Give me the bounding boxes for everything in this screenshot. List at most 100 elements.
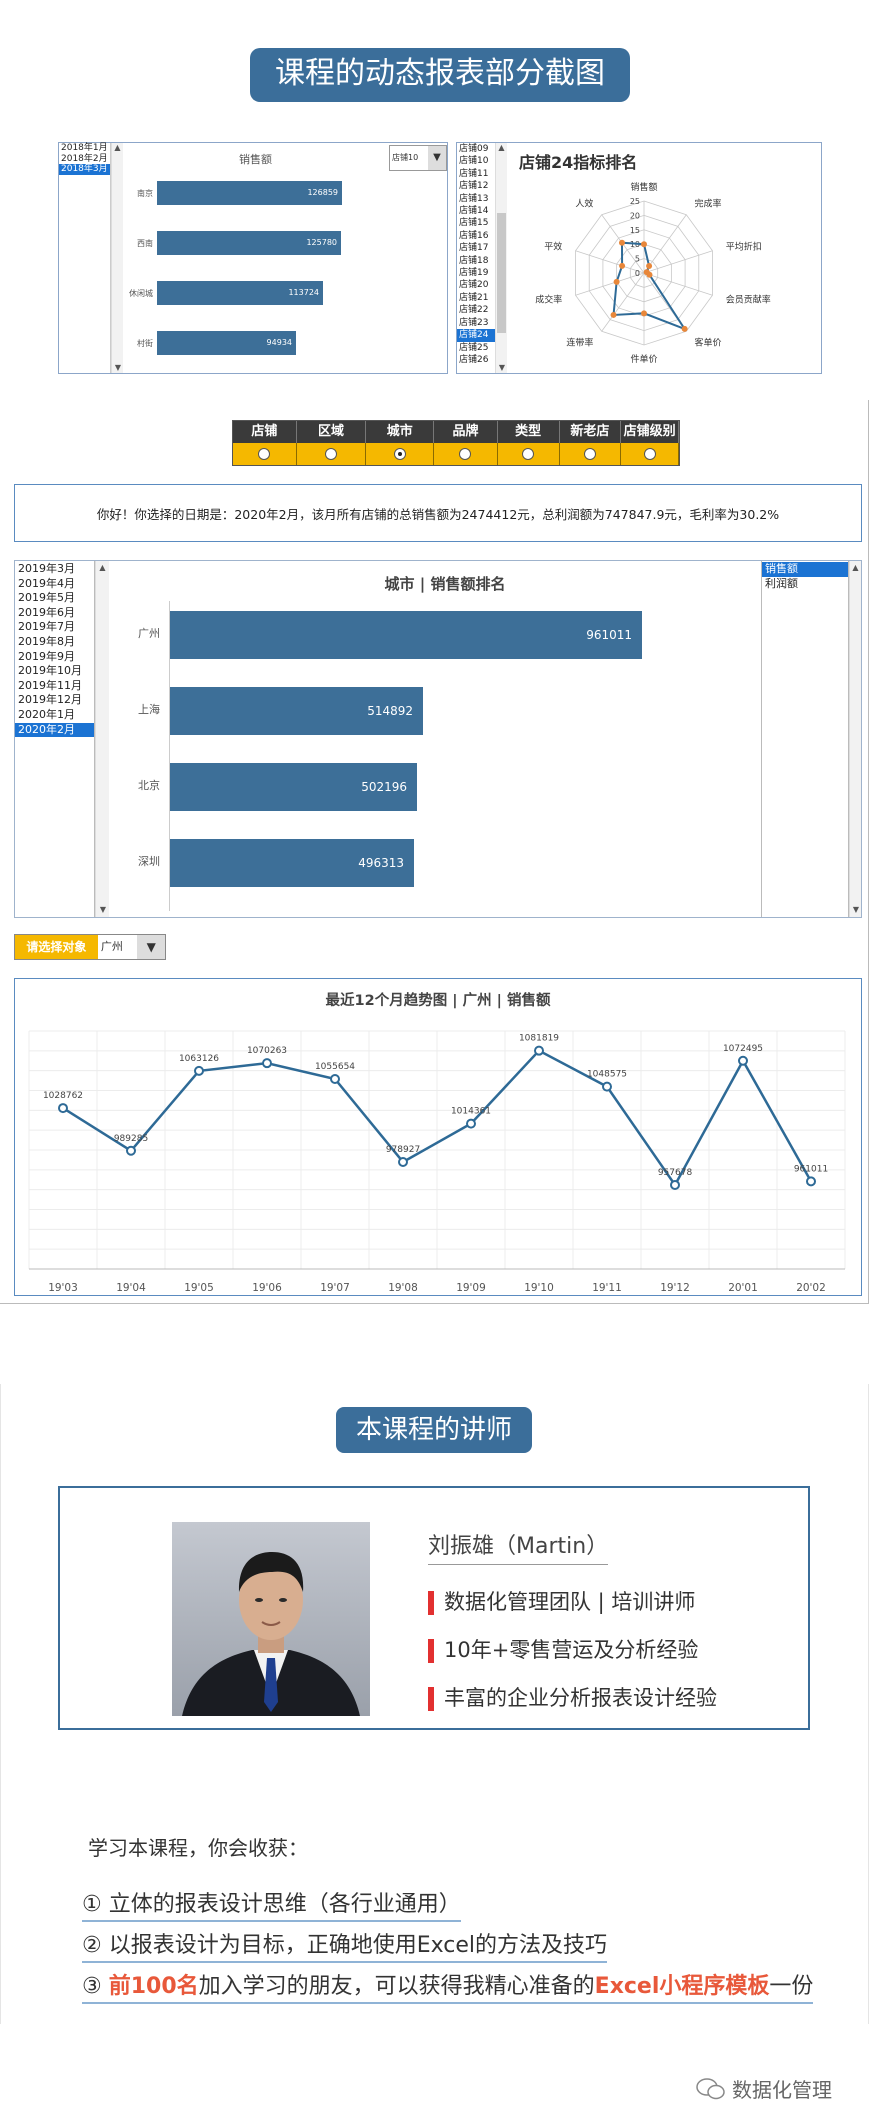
chevron-down-icon[interactable]: ▼ xyxy=(137,935,165,959)
filter-option[interactable] xyxy=(366,443,435,465)
metric-item[interactable]: 销售额 xyxy=(762,562,848,577)
store-item[interactable]: 店铺23 xyxy=(457,317,495,329)
date-item[interactable]: 2018年1月 xyxy=(59,143,110,154)
store-item[interactable]: 店铺18 xyxy=(457,255,495,267)
metric-item[interactable]: 利润额 xyxy=(762,577,848,592)
filter-header: 品牌 xyxy=(434,421,498,443)
scroll-thumb[interactable] xyxy=(497,213,506,333)
mini-date-listbox[interactable]: 2018年1月 2018年2月 2018年3月 xyxy=(59,143,111,373)
radio-button[interactable] xyxy=(643,448,656,460)
store-listbox[interactable]: 店铺09 店铺10 店铺11 店铺12 店铺13 店铺14 店铺15 店铺16 店铺17 店铺18… xyxy=(457,143,495,373)
date-item[interactable]: 2019年5月 xyxy=(15,591,94,606)
store-item[interactable]: 店铺22 xyxy=(457,304,495,316)
main-chart-title: 城市 | 销售额排名 xyxy=(384,575,506,593)
store-item[interactable]: 店铺26 xyxy=(457,354,495,366)
teacher-card: 刘振雄（Martin） 数据化管理团队 | 培训讲师 10年+零售营运及分析经验… xyxy=(58,1486,810,1730)
date-item[interactable]: 2018年2月 xyxy=(59,154,110,165)
scroll-up-icon[interactable]: ▲ xyxy=(496,143,507,153)
date-item[interactable]: 2018年3月 xyxy=(59,164,110,175)
scroll-down-icon[interactable]: ▼ xyxy=(496,363,508,373)
radar-axis-label: 人效 xyxy=(575,197,593,209)
scroll-down-icon[interactable]: ▼ xyxy=(112,363,124,373)
filter-option[interactable] xyxy=(233,443,297,465)
filter-option[interactable] xyxy=(559,443,622,465)
store-item[interactable]: 店铺11 xyxy=(457,168,495,180)
date-item[interactable]: 2019年12月 xyxy=(15,693,94,708)
selector-value[interactable]: 广州 xyxy=(97,935,138,959)
bar-category-label: 上海 xyxy=(138,703,160,716)
date-item[interactable]: 2019年6月 xyxy=(15,606,94,621)
metric-scrollbar[interactable]: ▲ ▼ xyxy=(849,561,861,917)
scroll-down-icon[interactable]: ▼ xyxy=(96,903,110,917)
bar-category-label: 村街 xyxy=(137,339,153,348)
store-scrollbar[interactable]: ▲ ▼ xyxy=(495,143,507,373)
bar-category-label: 北京 xyxy=(138,779,160,792)
bar-value-label: 502196 xyxy=(361,780,407,794)
filter-option[interactable] xyxy=(497,443,560,465)
store-item[interactable]: 店铺20 xyxy=(457,279,495,291)
radar-tick-label: 0 xyxy=(635,269,640,278)
filter-option[interactable] xyxy=(434,443,498,465)
x-tick-label: 20'02 xyxy=(796,1282,826,1294)
trend-point xyxy=(330,1073,340,1084)
store-item[interactable]: 店铺14 xyxy=(457,205,495,217)
radio-button[interactable] xyxy=(522,448,535,460)
radio-button[interactable] xyxy=(258,448,271,460)
radar-point xyxy=(613,278,620,285)
store-item[interactable]: 店铺19 xyxy=(457,267,495,279)
bar-value-label: 961011 xyxy=(586,628,632,642)
date-item[interactable]: 2019年4月 xyxy=(15,577,94,592)
metric-listbox[interactable]: 销售额 利润额 xyxy=(761,561,849,917)
scroll-down-icon[interactable]: ▼ xyxy=(850,903,862,917)
radio-button[interactable] xyxy=(325,448,338,460)
date-item[interactable]: 2019年9月 xyxy=(15,650,94,665)
trend-point xyxy=(466,1118,476,1129)
scroll-up-icon[interactable]: ▲ xyxy=(112,143,123,153)
store-item[interactable]: 店铺17 xyxy=(457,242,495,254)
date-item[interactable]: 2019年10月 xyxy=(15,664,94,679)
store-item[interactable]: 店铺09 xyxy=(457,143,495,155)
scroll-up-icon[interactable]: ▲ xyxy=(96,561,109,575)
x-tick-label: 19'10 xyxy=(524,1282,554,1294)
store-item[interactable]: 店铺15 xyxy=(457,217,495,229)
date-item[interactable]: 2019年7月 xyxy=(15,620,94,635)
x-tick-label: 20'01 xyxy=(728,1282,758,1294)
bar: 125780 xyxy=(157,231,341,255)
page-edge-line xyxy=(868,400,869,1303)
date-item[interactable]: 2020年2月 xyxy=(15,722,94,738)
radio-button[interactable] xyxy=(583,448,596,460)
store-item[interactable]: 店铺21 xyxy=(457,292,495,304)
radar-point xyxy=(610,311,617,318)
trend-data-label: 1070263 xyxy=(247,1046,287,1056)
store-item[interactable]: 店铺16 xyxy=(457,230,495,242)
date-item[interactable]: 2019年3月 xyxy=(15,562,94,577)
store-item[interactable]: 店铺12 xyxy=(457,180,495,192)
store-item[interactable]: 店铺25 xyxy=(457,342,495,354)
bar: 126859 xyxy=(157,181,342,205)
radar-spoke xyxy=(601,272,645,332)
scroll-up-icon[interactable]: ▲ xyxy=(850,561,861,575)
x-tick-label: 19'05 xyxy=(184,1282,214,1294)
teacher-photo xyxy=(172,1522,370,1716)
bar-category-label: 西南 xyxy=(137,239,153,248)
store-item[interactable]: 店铺24 xyxy=(457,329,495,342)
store-item[interactable]: 店铺10 xyxy=(457,155,495,167)
wechat-icon xyxy=(696,2077,725,2099)
mini-store-dropdown[interactable]: 店铺10 ▼ xyxy=(389,145,447,171)
radio-button[interactable] xyxy=(393,448,406,460)
filter-header: 店铺 xyxy=(233,421,297,443)
radar-axis-label: 完成率 xyxy=(695,197,722,209)
dimension-filter: 店铺 区域 城市 品牌 类型 新老店 店铺级别 xyxy=(232,420,680,466)
store-item[interactable]: 店铺13 xyxy=(457,193,495,205)
section-title: 本课程的讲师 xyxy=(336,1407,532,1453)
chevron-down-icon[interactable]: ▼ xyxy=(428,146,446,170)
date-item[interactable]: 2020年1月 xyxy=(15,708,94,723)
radio-button[interactable] xyxy=(459,448,472,460)
date-item[interactable]: 2019年8月 xyxy=(15,635,94,650)
filter-option[interactable] xyxy=(621,443,679,465)
filter-option[interactable] xyxy=(296,443,367,465)
mini-date-scrollbar[interactable]: ▲ ▼ xyxy=(111,143,123,373)
date-listbox[interactable]: 2019年3月 2019年4月 2019年5月 2019年6月 2019年7月 2019年… xyxy=(15,561,95,917)
date-scrollbar[interactable]: ▲ ▼ xyxy=(95,561,109,917)
date-item[interactable]: 2019年11月 xyxy=(15,679,94,694)
